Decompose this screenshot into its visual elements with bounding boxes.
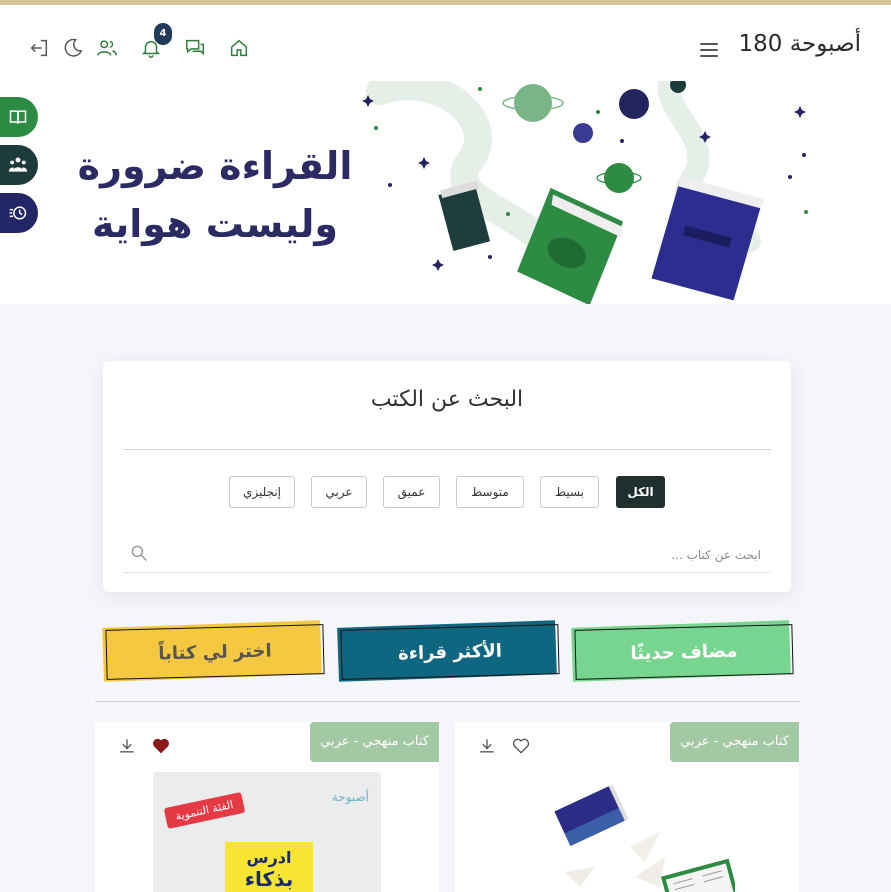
book-card[interactable]: كتاب منهجي - عربي (455, 722, 799, 892)
section-divider (95, 701, 799, 702)
filter-medium[interactable]: متوسط (456, 476, 524, 508)
filter-simple[interactable]: بسيط (540, 476, 599, 508)
book-card[interactable]: كتاب منهجي - عربي الفئة التنموية أصبوحة … (95, 722, 439, 892)
heart-filled-icon[interactable] (151, 736, 171, 756)
hero-title-line-1: القراءة ضرورة (77, 144, 353, 188)
filter-all[interactable]: الكل (616, 476, 665, 508)
chat-icon[interactable] (184, 37, 206, 59)
header-bar: أصبوحة 180 4 (0, 5, 891, 81)
read-book-icon (9, 110, 27, 124)
cover-sticky-note: ادرس بذكاء (225, 842, 313, 892)
download-icon[interactable] (117, 736, 137, 756)
home-icon[interactable] (228, 37, 250, 59)
hero-title-line-2: وليست هواية (91, 202, 339, 246)
moon-icon[interactable] (62, 37, 84, 59)
hero-title: القراءة ضرورة وليست هواية (70, 137, 360, 253)
users-icon[interactable] (96, 37, 118, 59)
menu-line (700, 55, 718, 57)
category-label: مضاف حديثًا (574, 624, 794, 680)
filter-deep[interactable]: عميق (383, 476, 440, 508)
search-card: البحث عن الكتب الكل بسيط متوسط عميق عربي… (103, 361, 791, 592)
logout-icon[interactable] (28, 37, 50, 59)
heart-outline-icon[interactable] (511, 736, 531, 756)
category-label: الأكثر قراءة (340, 624, 560, 680)
cover-logo: أصبوحة (331, 790, 369, 804)
search-icon[interactable] (129, 543, 149, 563)
cover-title-line-1: ادرس (246, 848, 292, 867)
menu-line (700, 49, 718, 51)
search-divider (123, 449, 771, 450)
book-search-input[interactable] (123, 537, 771, 573)
hero-banner: القراءة ضرورة وليست هواية (0, 81, 891, 304)
history-icon (9, 206, 27, 220)
filter-arabic[interactable]: عربي (311, 476, 367, 508)
menu-toggle-button[interactable] (700, 43, 718, 57)
book-category-tag: كتاب منهجي - عربي (670, 722, 799, 762)
brand-title[interactable]: أصبوحة 180 (738, 31, 861, 57)
category-pick-for-me[interactable]: اختر لي كتاباً (102, 620, 327, 684)
book-cover-illustration (554, 784, 735, 892)
filter-english[interactable]: إنجليزي (229, 476, 295, 508)
download-icon[interactable] (477, 736, 497, 756)
cover-title-line-2: بذكاء (244, 867, 294, 891)
category-newly-added[interactable]: مضاف حديثًا (571, 620, 796, 684)
search-title: البحث عن الكتب (370, 387, 524, 412)
category-label: اختر لي كتاباً (105, 624, 325, 680)
book-cover-image: الفئة التنموية أصبوحة ادرس بذكاء (153, 772, 381, 892)
notification-badge: 4 (154, 23, 172, 45)
category-most-read[interactable]: الأكثر قراءة (337, 620, 562, 684)
cover-badge: الفئة التنموية (163, 792, 246, 829)
book-category-tag: كتاب منهجي - عربي (310, 722, 439, 762)
hero-illustration (362, 81, 808, 304)
menu-line (700, 43, 718, 45)
community-icon (8, 157, 28, 172)
